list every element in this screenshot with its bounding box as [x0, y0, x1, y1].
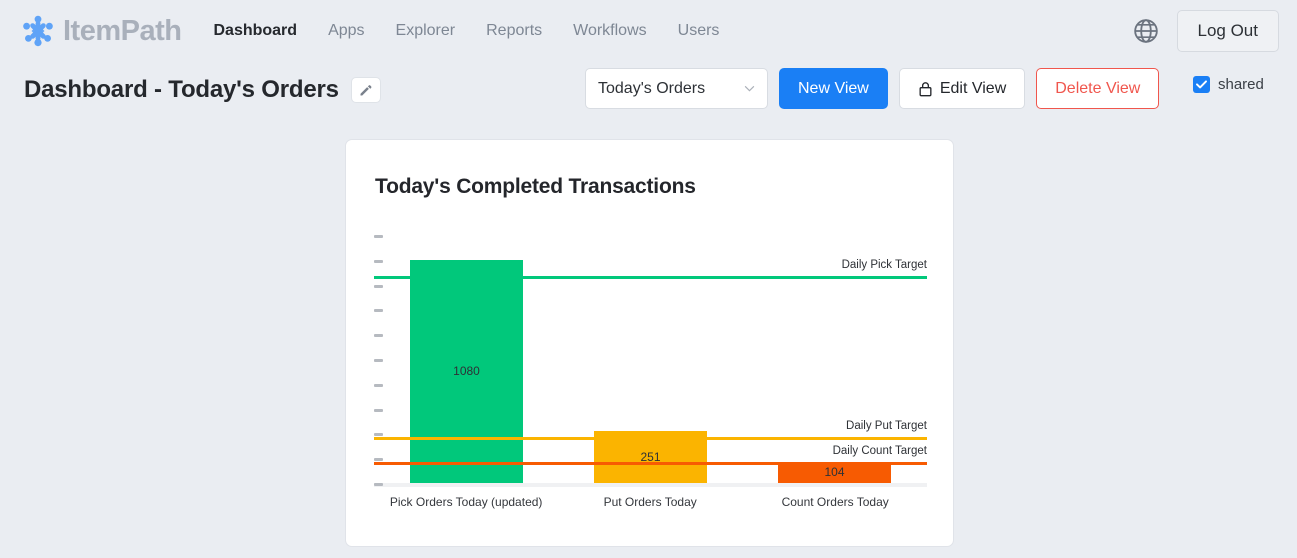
- chart-target-label: Daily Count Target: [832, 445, 927, 457]
- y-axis-tick: [374, 409, 383, 412]
- pencil-icon: [360, 84, 372, 95]
- chart-target-line: [374, 276, 927, 279]
- y-axis-tick: [374, 309, 383, 312]
- logout-button[interactable]: Log Out: [1176, 10, 1279, 52]
- view-toolbar: Today's Orders New View Edit View Delete…: [585, 68, 1160, 109]
- nav-item-workflows[interactable]: Workflows: [573, 22, 647, 40]
- chevron-down-icon: [744, 85, 755, 92]
- brand-name: ItemPath: [63, 14, 182, 47]
- chart-category-label: Put Orders Today: [603, 495, 697, 509]
- chart-bar-value-label: 104: [824, 465, 845, 479]
- chart-category-label: Count Orders Today: [781, 495, 889, 509]
- chart-target-label: Daily Pick Target: [841, 259, 927, 271]
- nav-item-dashboard[interactable]: Dashboard: [213, 22, 297, 40]
- edit-title-button[interactable]: [350, 77, 381, 103]
- check-icon: [1196, 80, 1207, 89]
- shared-toggle: shared: [1193, 76, 1264, 93]
- delete-view-button[interactable]: Delete View: [1036, 68, 1160, 109]
- y-axis-tick: [374, 285, 383, 288]
- nav-item-apps[interactable]: Apps: [328, 22, 364, 40]
- y-axis-tick: [374, 260, 383, 263]
- chart-title: Today's Completed Transactions: [375, 175, 696, 198]
- y-axis-tick: [374, 235, 383, 238]
- page-title: Dashboard - Today's Orders: [24, 76, 339, 103]
- brand-logo[interactable]: ItemPath: [22, 14, 182, 47]
- chart-target-line: [374, 437, 927, 440]
- chart-category-label: Pick Orders Today (updated): [389, 495, 543, 509]
- y-axis-tick: [374, 384, 383, 387]
- shared-checkbox[interactable]: [1193, 76, 1210, 93]
- nav-item-users[interactable]: Users: [678, 22, 720, 40]
- view-select-value: Today's Orders: [598, 79, 706, 97]
- main-nav: Dashboard Apps Explorer Reports Workflow…: [213, 22, 719, 40]
- itempath-molecule-logo-icon: [23, 15, 53, 47]
- chart-target-line: [374, 462, 927, 465]
- edit-view-button[interactable]: Edit View: [898, 68, 1026, 109]
- lock-icon: [919, 81, 932, 96]
- chart-plot-area: 1080 Pick Orders Today (updated) 251 Put Or…: [374, 235, 927, 510]
- y-axis-tick: [374, 433, 383, 436]
- edit-view-label: Edit View: [939, 79, 1007, 97]
- top-navigation-bar: ItemPath Dashboard Apps Explorer Reports…: [0, 0, 1297, 62]
- view-select[interactable]: Today's Orders: [585, 68, 768, 109]
- shared-label: shared: [1218, 76, 1264, 93]
- nav-item-reports[interactable]: Reports: [486, 22, 542, 40]
- chart-target-label: Daily Put Target: [846, 420, 927, 432]
- y-axis-tick: [374, 458, 383, 461]
- y-axis-tick: [374, 359, 383, 362]
- top-right-controls: Log Out: [1133, 10, 1279, 52]
- globe-icon[interactable]: [1133, 18, 1159, 44]
- y-axis-tick: [374, 483, 383, 486]
- chart-canvas: 1080 Pick Orders Today (updated) 251 Put Or…: [374, 235, 927, 510]
- chart-card: Today's Completed Transactions 1080 Pick …: [345, 139, 954, 547]
- page-header-row: Dashboard - Today's Orders Today's Order…: [0, 62, 1297, 118]
- new-view-button[interactable]: New View: [779, 68, 888, 109]
- y-axis-tick: [374, 334, 383, 337]
- nav-item-explorer[interactable]: Explorer: [396, 22, 456, 40]
- chart-bar-value-label: 1080: [453, 364, 480, 378]
- chart-baseline: [374, 483, 927, 487]
